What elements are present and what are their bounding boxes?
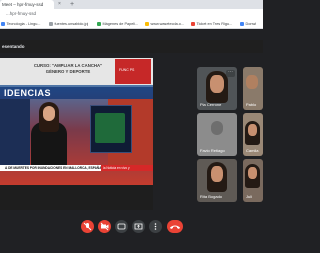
mic-off-button[interactable] [81,220,94,233]
address-bar[interactable]: ...hpr-fmuy-ssd [0,9,263,19]
bookmark-item[interactable]: www.wasetecda.o... [145,19,184,29]
participant-face [246,75,258,89]
news-ticker-tag: la Noticia en vivo y [101,165,153,171]
participant-name: Pia Cerrone [200,102,222,107]
bookmark-favicon-icon [97,22,101,26]
url-text[interactable]: ...hpr-fmuy-ssd [6,9,36,19]
participant-tile[interactable]: ⋯ Pia Cerrone [197,67,237,110]
bookmark-label: www.wasetecda.o... [150,22,185,26]
presentation-view[interactable]: CURSO: "AMPLIAR LA CANCHA" GÉNERO Y DEPO… [0,58,153,210]
participant-hair [211,121,223,135]
bookmarks-bar: Tecnologia - Lingu... fuentes.unsabido.j… [0,19,263,29]
participant-face [211,166,223,182]
bookmark-item[interactable]: Donwl [240,19,256,29]
bookmark-label: Tecnologia - Lingu... [6,22,41,26]
new-tab-button[interactable]: + [70,0,74,9]
bookmark-label: Donwl [245,22,257,26]
browser-tab-meet[interactable]: Meet – hpr-fmuy-ssd [0,0,54,9]
course-title: CURSO: "AMPLIAR LA CANCHA" GÉNERO Y DEPO… [23,63,113,75]
captions-icon [117,223,126,230]
end-call-button[interactable] [167,220,183,233]
participant-name: Juli [246,194,253,199]
participant-name: Favio Retiago [200,148,225,153]
presenting-label: esentando [2,44,25,49]
mic-off-icon [83,222,92,231]
hang-up-icon [170,225,180,229]
presenting-header: esentando [0,40,263,53]
news-ticker: A DE MUERTES POR INUNDACIONES EN MALLORC… [0,165,153,171]
more-options-button[interactable] [149,220,162,233]
news-video: IDENCIAS A DE MUERTES POR INUNDACIONES E… [0,85,153,185]
participant-tile[interactable]: Pablo [243,67,263,110]
news-headline-bar: IDENCIAS [0,87,153,99]
bookmark-favicon-icon [191,22,195,26]
news-ticker-text: A DE MUERTES POR INUNDACIONES EN MALLORC… [5,166,102,170]
camera-off-button[interactable] [98,220,111,233]
participant-name: Pablo [246,102,257,107]
participant-tile[interactable]: Juli [243,159,263,202]
participant-face [248,124,257,136]
camera-off-icon [100,222,109,231]
participant-face [210,75,224,93]
participant-tile[interactable]: Favio Retiago [197,113,237,156]
anchor-face [43,106,55,121]
present-screen-button[interactable] [132,220,145,233]
participant-name: Camila [246,148,259,153]
bookmark-item[interactable]: Ticket en Tres Rigu... [191,19,232,29]
participant-tile[interactable]: Camila [243,113,263,156]
studio-field-graphic [95,113,125,143]
bookmark-favicon-icon [240,22,244,26]
bookmark-label: Ticket en Tres Rigu... [196,22,233,26]
studio-left-panel [0,99,30,169]
present-screen-icon [134,223,143,230]
news-ticker-tag-text: la Noticia en vivo y [103,166,130,170]
captions-button[interactable] [115,220,128,233]
participant-tile[interactable]: Rita Bogado [197,159,237,202]
more-options-icon[interactable]: ⋯ [226,70,235,77]
bookmark-favicon-icon [145,22,149,26]
bookmark-label: Mágenes de Papeli... [102,22,139,26]
slide-red-box-text: FUNC PS [119,68,135,72]
bookmark-favicon-icon [1,22,5,26]
bookmark-item[interactable]: Mágenes de Papeli... [97,19,138,29]
participant-name: Rita Bogado [200,194,223,199]
slide-red-box: FUNC PS [115,59,151,84]
bookmark-favicon-icon [49,22,53,26]
participant-face [248,167,257,179]
course-title-line2: GÉNERO Y DEPORTE [45,69,91,74]
bookmark-item[interactable]: fuentes.unsabido.jpj [49,19,88,29]
bookmark-item[interactable]: Tecnologia - Lingu... [1,19,40,29]
news-headline: IDENCIAS [4,88,52,98]
tab-close-icon[interactable]: × [58,0,61,9]
bookmark-label: fuentes.unsabido.jpj [54,22,89,26]
tab-title: Meet – hpr-fmuy-ssd [2,2,44,7]
slide-footer [0,185,153,210]
browser-tabbar: Meet – hpr-fmuy-ssd × + [0,0,263,9]
more-vert-icon [154,223,157,230]
slide-header: CURSO: "AMPLIAR LA CANCHA" GÉNERO Y DEPO… [0,58,153,85]
